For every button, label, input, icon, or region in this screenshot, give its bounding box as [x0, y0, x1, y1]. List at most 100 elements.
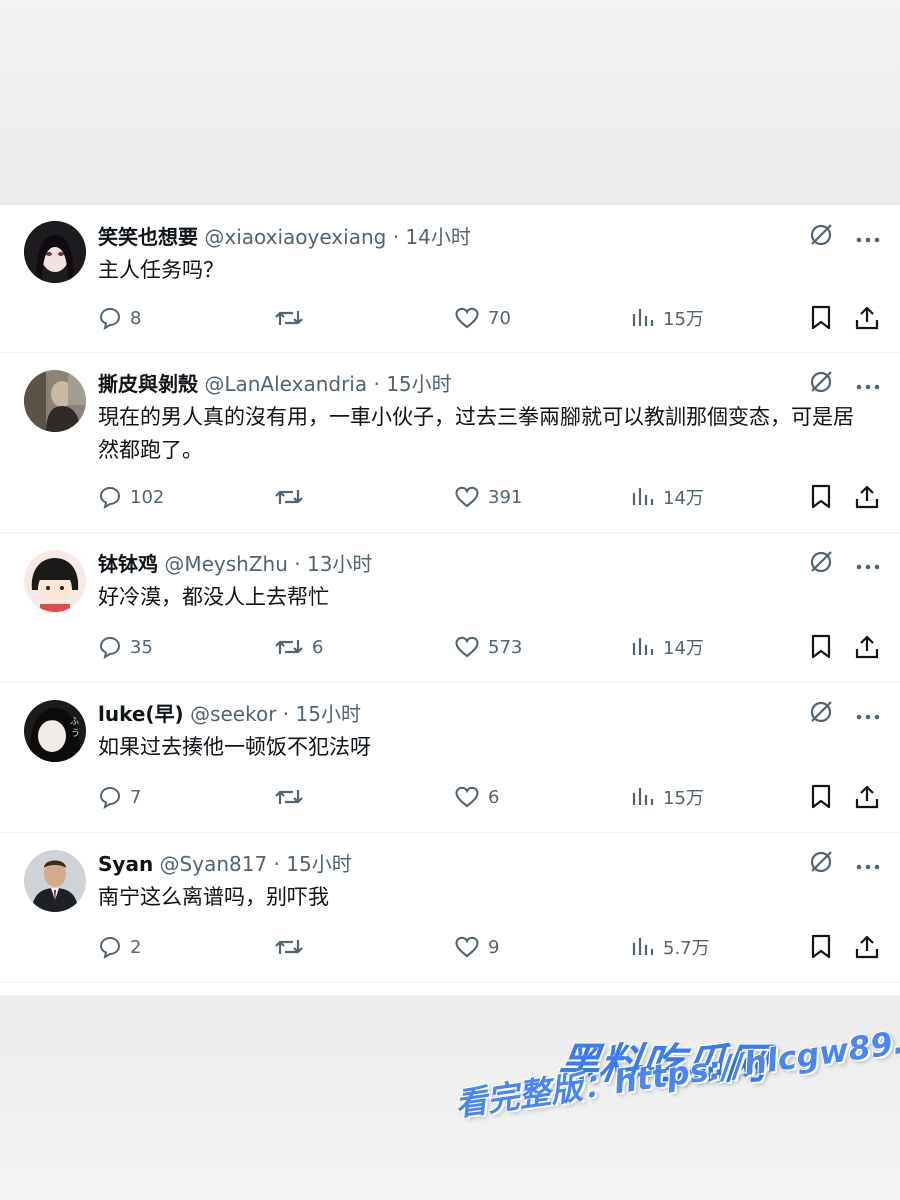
views-icon [632, 309, 654, 326]
timestamp[interactable]: 15小时 [386, 372, 451, 396]
display-name[interactable]: 笑笑也想要 [98, 225, 198, 249]
heart-icon [455, 307, 479, 329]
views-button[interactable]: 15万 [631, 782, 704, 812]
tweet-actions: 35 6 573 14万 [98, 632, 880, 662]
grok-icon[interactable] [808, 549, 834, 579]
timestamp[interactable]: 14小时 [405, 225, 470, 249]
like-count: 6 [488, 786, 500, 808]
bookmark-button[interactable] [810, 932, 832, 962]
background-top [0, 0, 900, 205]
views-button[interactable]: 14万 [631, 482, 704, 512]
like-count: 70 [488, 307, 511, 329]
user-avatar[interactable] [24, 370, 86, 432]
tweet[interactable]: 钵钵鸡 @MeyshZhu · 13小时 好冷漠，都没人上去帮忙 35 6 57… [0, 532, 900, 683]
reply-button[interactable]: 35 [98, 632, 153, 662]
display-name[interactable]: Syan [98, 852, 153, 876]
views-button[interactable]: 5.7万 [631, 932, 710, 962]
share-icon [855, 306, 879, 330]
like-button[interactable]: 9 [454, 932, 499, 962]
more-icon[interactable] [856, 228, 880, 247]
like-button[interactable]: 573 [454, 632, 522, 662]
tweet-text: 南宁这么离谱吗，别吓我 [98, 885, 329, 909]
share-button[interactable] [854, 303, 880, 333]
heart-icon [455, 786, 479, 808]
tweet-top-actions [808, 550, 880, 578]
reply-icon [99, 486, 121, 509]
like-button[interactable]: 391 [454, 482, 522, 512]
timestamp[interactable]: 15小时 [296, 702, 361, 726]
reply-icon [99, 307, 121, 330]
svg-text:う: う [71, 728, 80, 739]
more-icon[interactable] [856, 375, 880, 394]
user-avatar[interactable] [24, 221, 86, 283]
share-button[interactable] [854, 782, 880, 812]
user-handle[interactable]: @MeyshZhu [164, 552, 288, 576]
tweet[interactable]: 撕皮與剝殼 @LanAlexandria · 15小时 現在的男人真的沒有用，一… [0, 352, 900, 533]
views-icon [632, 488, 654, 505]
tweet-top-actions [808, 223, 880, 251]
reply-icon [99, 636, 121, 659]
tweet-top-actions [808, 370, 880, 398]
reply-count: 8 [130, 307, 142, 329]
reply-button[interactable]: 8 [98, 303, 141, 333]
grok-icon[interactable] [808, 699, 834, 729]
display-name[interactable]: luke(早) [98, 702, 184, 726]
tweet-top-actions [808, 850, 880, 878]
share-icon [855, 485, 879, 509]
tweet[interactable]: Syan @Syan817 · 15小时 南宁这么离谱吗，别吓我 2 9 5.7… [0, 832, 900, 983]
bookmark-icon [811, 934, 831, 959]
retweet-button[interactable] [274, 303, 312, 333]
view-count: 14万 [663, 488, 704, 509]
bookmark-button[interactable] [810, 632, 832, 662]
user-handle[interactable]: @xiaoxiaoyexiang [204, 225, 386, 249]
user-handle[interactable]: @LanAlexandria [204, 372, 367, 396]
tweet-header: Syan @Syan817 · 15小时 [98, 850, 790, 878]
retweet-icon [275, 790, 303, 804]
retweet-icon [275, 311, 303, 325]
tweet-actions: 2 9 5.7万 [98, 932, 880, 962]
tweet[interactable]: ふ う luke(早) @seekor · 15小时 如果过去揍他一顿饭不犯法呀… [0, 682, 900, 833]
like-button[interactable]: 6 [454, 782, 499, 812]
separator-dot: · [392, 225, 400, 249]
reply-button[interactable]: 7 [98, 782, 141, 812]
display-name[interactable]: 钵钵鸡 [98, 552, 158, 576]
user-avatar[interactable] [24, 850, 86, 912]
more-icon[interactable] [856, 555, 880, 574]
retweet-button[interactable] [274, 782, 312, 812]
more-icon[interactable] [856, 855, 880, 874]
reply-button[interactable]: 2 [98, 932, 141, 962]
display-name[interactable]: 撕皮與剝殼 [98, 372, 198, 396]
timestamp[interactable]: 13小时 [307, 552, 372, 576]
views-button[interactable]: 15万 [631, 303, 704, 333]
separator-dot: · [273, 852, 280, 876]
grok-icon[interactable] [808, 849, 834, 879]
views-icon [632, 938, 654, 955]
grok-icon[interactable] [808, 369, 834, 399]
more-icon[interactable] [856, 705, 880, 724]
tweet-text: 好冷漠，都没人上去帮忙 [98, 585, 329, 609]
share-button[interactable] [854, 932, 880, 962]
user-handle[interactable]: @Syan817 [160, 852, 268, 876]
timestamp[interactable]: 15小时 [286, 852, 351, 876]
retweet-button[interactable] [274, 932, 312, 962]
bookmark-button[interactable] [810, 782, 832, 812]
grok-icon[interactable] [808, 222, 834, 252]
reply-button[interactable]: 102 [98, 482, 164, 512]
like-button[interactable]: 70 [454, 303, 511, 333]
user-avatar[interactable]: ふ う [24, 700, 86, 762]
bookmark-icon [811, 305, 831, 330]
share-button[interactable] [854, 482, 880, 512]
share-button[interactable] [854, 632, 880, 662]
separator-dot: · [294, 552, 301, 576]
retweet-button[interactable] [274, 482, 312, 512]
retweet-button[interactable]: 6 [274, 632, 323, 662]
user-avatar[interactable] [24, 550, 86, 612]
user-handle[interactable]: @seekor [190, 702, 276, 726]
bookmark-button[interactable] [810, 303, 832, 333]
bookmark-button[interactable] [810, 482, 832, 512]
views-button[interactable]: 14万 [631, 632, 704, 662]
tweet[interactable]: 笑笑也想要 @xiaoxiaoyexiang · 14小时 主人任务吗？ 8 7… [0, 205, 900, 353]
reply-count: 2 [130, 936, 142, 958]
tweet-header: luke(早) @seekor · 15小时 [98, 700, 790, 728]
like-count: 391 [488, 486, 523, 508]
